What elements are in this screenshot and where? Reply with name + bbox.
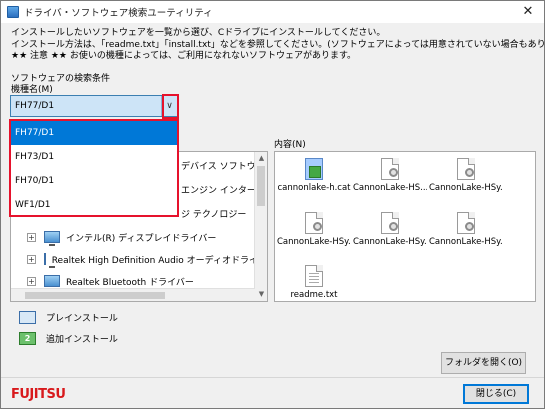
monitor-icon <box>43 253 55 268</box>
file-item[interactable]: CannonLake-HSy... <box>277 212 351 247</box>
preinstall-icon <box>19 311 36 324</box>
file-name: CannonLake-HSy... <box>277 237 351 247</box>
expand-icon[interactable]: + <box>27 254 36 264</box>
file-item[interactable]: cannonlake-h.cat <box>277 158 351 193</box>
tree-item-label: Realtek Bluetooth ドライバー <box>66 277 194 288</box>
window-title: ドライバ・ソフトウェア検索ユーティリティ <box>24 8 213 19</box>
file-name: CannonLake-HSy... <box>353 237 427 247</box>
title-bar: ドライバ・ソフトウェア検索ユーティリティ ✕ <box>1 1 544 23</box>
utility-window: ドライバ・ソフトウェア検索ユーティリティ ✕ インストールしたいソフトウェアを一… <box>0 0 545 409</box>
highlight-dropdown-button <box>162 94 179 119</box>
tree-item-label: Realtek High Definition Audio オーディオドライバ <box>51 255 267 266</box>
additional-install-icon: 2 <box>19 332 36 345</box>
text-file-icon <box>305 265 323 287</box>
expand-icon[interactable]: + <box>27 276 36 286</box>
settings-file-icon <box>305 212 323 234</box>
monitor-icon <box>44 275 60 290</box>
settings-file-icon <box>457 158 475 180</box>
monitor-icon <box>44 231 60 246</box>
highlight-dropdown-list <box>9 119 179 217</box>
tree-vertical-scrollbar[interactable]: ▲ ▼ <box>254 152 267 301</box>
fujitsu-logo: FUJITSU <box>11 387 66 402</box>
tree-item[interactable]: + インテル(R) ディスプレイドライバー <box>11 226 251 248</box>
legend-label: プレインストール <box>46 314 118 324</box>
file-name: CannonLake-HS... <box>353 183 427 193</box>
instruction-line-2: インストール方法は、「readme.txt」「install.txt」などを参照… <box>11 39 545 50</box>
scroll-thumb[interactable] <box>25 292 165 299</box>
file-name: CannonLake-HSy... <box>429 237 503 247</box>
footer-divider <box>1 377 544 378</box>
tree-item[interactable]: + Realtek High Definition Audio オーディオドライ… <box>11 248 267 270</box>
model-select-value: FH77/D1 <box>15 101 55 111</box>
legend-additional: 2 追加インストール <box>19 332 118 345</box>
model-select[interactable]: FH77/D1 ∨ <box>10 95 178 117</box>
file-item[interactable]: CannonLake-HSy... <box>429 212 503 247</box>
open-folder-button[interactable]: フォルダを開く(O) <box>441 352 526 374</box>
settings-file-icon <box>457 212 475 234</box>
settings-file-icon <box>381 158 399 180</box>
close-window-icon[interactable]: ✕ <box>520 4 536 20</box>
instruction-line-1: インストールしたいソフトウェアを一覧から選び、Cドライブにインストールしてくださ… <box>11 28 386 38</box>
file-name: CannonLake-HSy... <box>429 183 503 193</box>
file-name: cannonlake-h.cat <box>277 183 351 193</box>
file-item[interactable]: CannonLake-HSy... <box>353 212 427 247</box>
scroll-down-icon[interactable]: ▼ <box>255 288 267 301</box>
close-button[interactable]: 閉じる(C) <box>463 384 529 404</box>
file-item[interactable]: readme.txt <box>277 265 351 300</box>
legend-label: 追加インストール <box>46 335 118 345</box>
tree-horizontal-scrollbar[interactable] <box>11 288 255 301</box>
instructions: インストールしたいソフトウェアを一覧から選び、Cドライブにインストールしてくださ… <box>11 28 545 63</box>
tree-item-label: ジ テクノロジー <box>181 209 247 220</box>
file-name: readme.txt <box>290 290 338 300</box>
contents-label: 内容(N) <box>274 140 306 150</box>
model-name-label: 機種名(M) <box>11 85 53 95</box>
tree-item-label: インテル(R) ディスプレイドライバー <box>66 233 217 244</box>
settings-file-icon <box>381 212 399 234</box>
file-list[interactable]: cannonlake-h.cat CannonLake-HS... Cannon… <box>274 151 536 302</box>
expand-icon[interactable]: + <box>27 232 36 242</box>
app-icon <box>7 6 19 18</box>
legend-preinstall: プレインストール <box>19 311 118 324</box>
file-item[interactable]: CannonLake-HSy... <box>429 158 503 193</box>
scroll-thumb[interactable] <box>257 166 265 206</box>
catalog-file-icon <box>305 158 323 180</box>
scroll-up-icon[interactable]: ▲ <box>255 152 267 165</box>
instruction-line-3: ★★ 注意 ★★ お使いの機種によっては、ご利用になれないソフトウェアがあります… <box>11 51 357 61</box>
file-item[interactable]: CannonLake-HS... <box>353 158 427 193</box>
